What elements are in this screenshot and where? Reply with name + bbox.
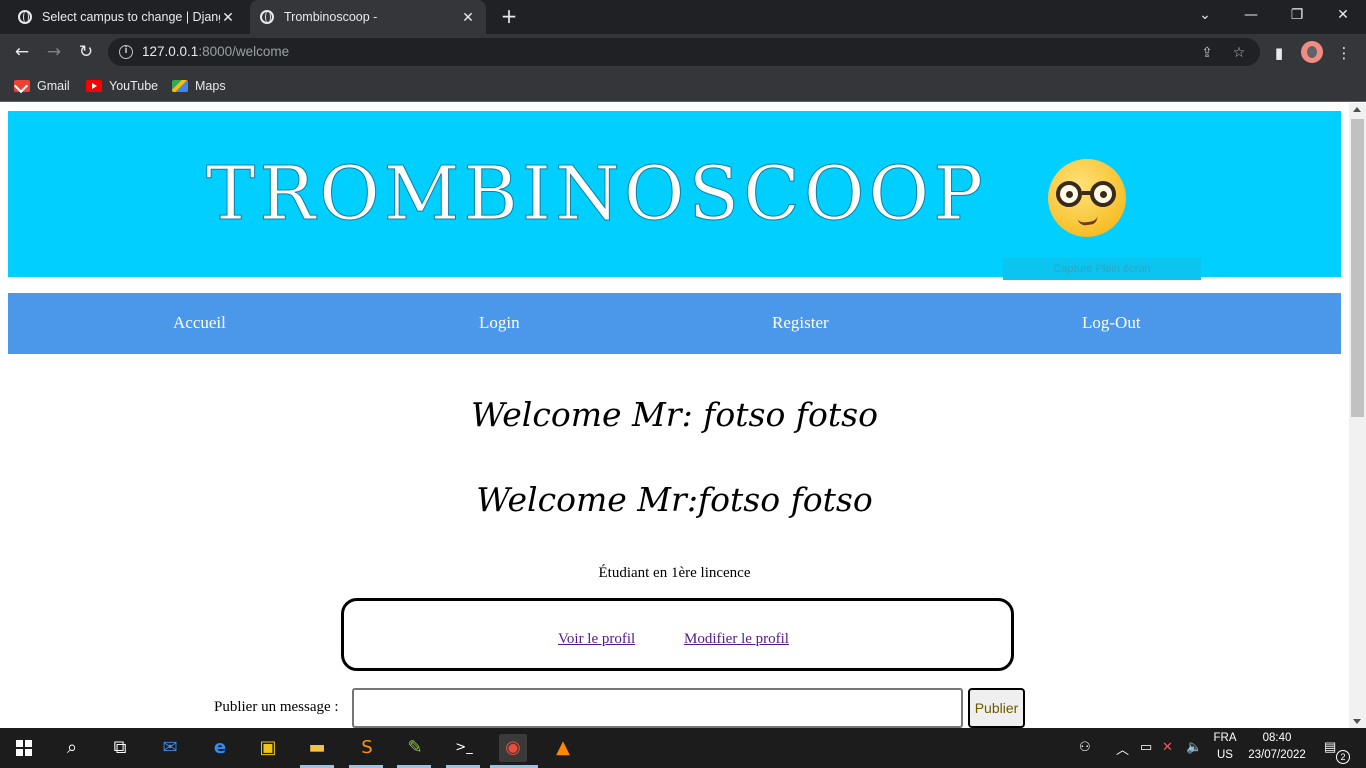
scroll-thumb[interactable] <box>1351 119 1364 417</box>
volume-icon[interactable]: 🔈 <box>1186 739 1202 755</box>
bookmark-maps[interactable]: Maps <box>172 77 226 95</box>
forward-arrow-icon[interactable]: → <box>41 39 67 65</box>
globe-icon <box>18 10 32 24</box>
store-icon[interactable]: ▣ <box>254 734 282 762</box>
file-explorer-icon[interactable]: ▬ <box>303 734 331 762</box>
windows-start-icon[interactable] <box>16 740 32 756</box>
welcome-subheading: Welcome Mr:fotso fotso <box>476 480 873 519</box>
bookmark-star-icon[interactable]: ☆ <box>1230 44 1248 62</box>
tab-strip: Select campus to change | Django ✕ Tromb… <box>0 0 1366 34</box>
network-disconnected-icon[interactable]: ✕ <box>1162 739 1173 755</box>
back-arrow-icon[interactable]: ← <box>9 39 35 65</box>
browser-toolbar: ← → ↻ i 127.0.0.1:8000/welcome ⇪ ☆ ▮ ⋮ <box>0 34 1366 70</box>
site-title: TROMBINOSCOOP <box>206 151 987 238</box>
notification-count: 2 <box>1336 750 1350 764</box>
header-banner: TROMBINOSCOOP Capture Plein écran <box>8 111 1341 280</box>
address-bar[interactable]: i 127.0.0.1:8000/welcome ⇪ ☆ <box>108 38 1260 66</box>
page-scrollbar[interactable] <box>1349 103 1366 728</box>
nav-login[interactable]: Login <box>479 313 520 333</box>
glasses-lens-right <box>1090 181 1116 207</box>
nav-register[interactable]: Register <box>772 313 829 333</box>
publish-button[interactable]: Publier <box>968 688 1025 728</box>
edge-icon[interactable]: e <box>206 734 234 762</box>
battery-icon[interactable]: ▭ <box>1140 739 1152 755</box>
tab-trombinoscoop[interactable]: Trombinoscoop - ✕ <box>250 0 486 34</box>
keyboard-layout[interactable]: US <box>1210 749 1240 761</box>
windows-taskbar: ⌕ ⧉ ✉ e ▣ ▬ S ✎ >_ ◉ ▲ ⚇ ︿ ▭ ✕ 🔈 FRA US … <box>0 728 1366 768</box>
people-icon[interactable]: ⚇ <box>1079 739 1091 755</box>
new-tab-button[interactable]: + <box>498 5 520 27</box>
mail-icon[interactable]: ✉ <box>156 734 184 762</box>
profile-links-box <box>341 598 1014 671</box>
nerd-face-icon <box>1048 159 1126 237</box>
view-profile-link[interactable]: Voir le profil <box>558 631 635 648</box>
youtube-icon <box>86 80 102 92</box>
restore-button[interactable]: ❐ <box>1274 0 1320 30</box>
sublime-text-icon[interactable]: S <box>353 734 381 762</box>
site-info-icon[interactable]: i <box>119 45 133 59</box>
task-view-icon[interactable]: ⧉ <box>106 734 134 762</box>
nav-accueil[interactable]: Accueil <box>173 313 226 333</box>
bookmark-label: Gmail <box>37 79 70 93</box>
share-icon[interactable]: ⇪ <box>1198 44 1216 62</box>
language-indicator[interactable]: FRA <box>1210 732 1240 744</box>
tab-search-icon[interactable]: ⌄ <box>1182 0 1228 30</box>
minimize-button[interactable]: — <box>1228 0 1274 30</box>
globe-icon <box>260 10 274 24</box>
bookmark-label: Maps <box>195 79 226 93</box>
scroll-up-icon[interactable] <box>1353 107 1361 112</box>
scroll-down-icon[interactable] <box>1353 719 1361 724</box>
notification-center-icon[interactable]: ▤ <box>1324 739 1336 755</box>
bookmarks-bar: Gmail YouTube Maps <box>0 70 1366 102</box>
smile <box>1077 215 1099 227</box>
menu-kebab-icon[interactable]: ⋮ <box>1333 42 1355 64</box>
glasses-lens-left <box>1056 181 1082 207</box>
tray-chevron-up-icon[interactable]: ︿ <box>1116 739 1129 758</box>
page-viewport: TROMBINOSCOOP Capture Plein écran Accuei… <box>0 103 1349 728</box>
tab-title: Trombinoscoop - <box>284 10 378 24</box>
close-window-button[interactable]: ✕ <box>1320 0 1366 30</box>
url-path: :8000/welcome <box>198 44 290 59</box>
close-tab-icon[interactable]: ✕ <box>460 9 476 26</box>
post-message-input[interactable] <box>352 688 963 728</box>
tab-django-admin[interactable]: Select campus to change | Django ✕ <box>8 0 246 34</box>
url-host: 127.0.0.1 <box>142 44 199 59</box>
bookmark-gmail[interactable]: Gmail <box>14 77 70 95</box>
close-tab-icon[interactable]: ✕ <box>220 9 236 26</box>
vlc-icon[interactable]: ▲ <box>549 734 577 762</box>
clock-date[interactable]: 23/07/2022 <box>1244 749 1310 761</box>
url-text[interactable]: 127.0.0.1:8000/welcome <box>142 44 289 59</box>
gmail-icon <box>14 80 30 92</box>
main-nav: Accueil Login Register Log-Out <box>8 293 1341 354</box>
maps-icon <box>172 80 188 92</box>
profile-avatar[interactable] <box>1301 41 1323 63</box>
search-icon[interactable]: ⌕ <box>58 734 86 762</box>
capture-tooltip: Capture Plein écran <box>1003 258 1201 280</box>
student-status: Étudiant en 1ère lincence <box>598 565 751 581</box>
edit-profile-link[interactable]: Modifier le profil <box>684 631 789 648</box>
welcome-heading: Welcome Mr: fotso fotso <box>471 395 878 434</box>
notepad-plus-icon[interactable]: ✎ <box>401 734 429 762</box>
tab-title: Select campus to change | Django <box>42 10 220 24</box>
reload-icon[interactable]: ↻ <box>73 39 99 65</box>
post-message-label: Publier un message : <box>214 699 339 715</box>
clock-time[interactable]: 08:40 <box>1244 732 1310 744</box>
nav-logout[interactable]: Log-Out <box>1082 313 1141 333</box>
chrome-icon[interactable]: ◉ <box>499 734 527 762</box>
side-panel-icon[interactable]: ▮ <box>1268 42 1290 64</box>
bookmark-youtube[interactable]: YouTube <box>86 77 158 95</box>
terminal-icon[interactable]: >_ <box>450 734 478 762</box>
bookmark-label: YouTube <box>109 79 159 93</box>
